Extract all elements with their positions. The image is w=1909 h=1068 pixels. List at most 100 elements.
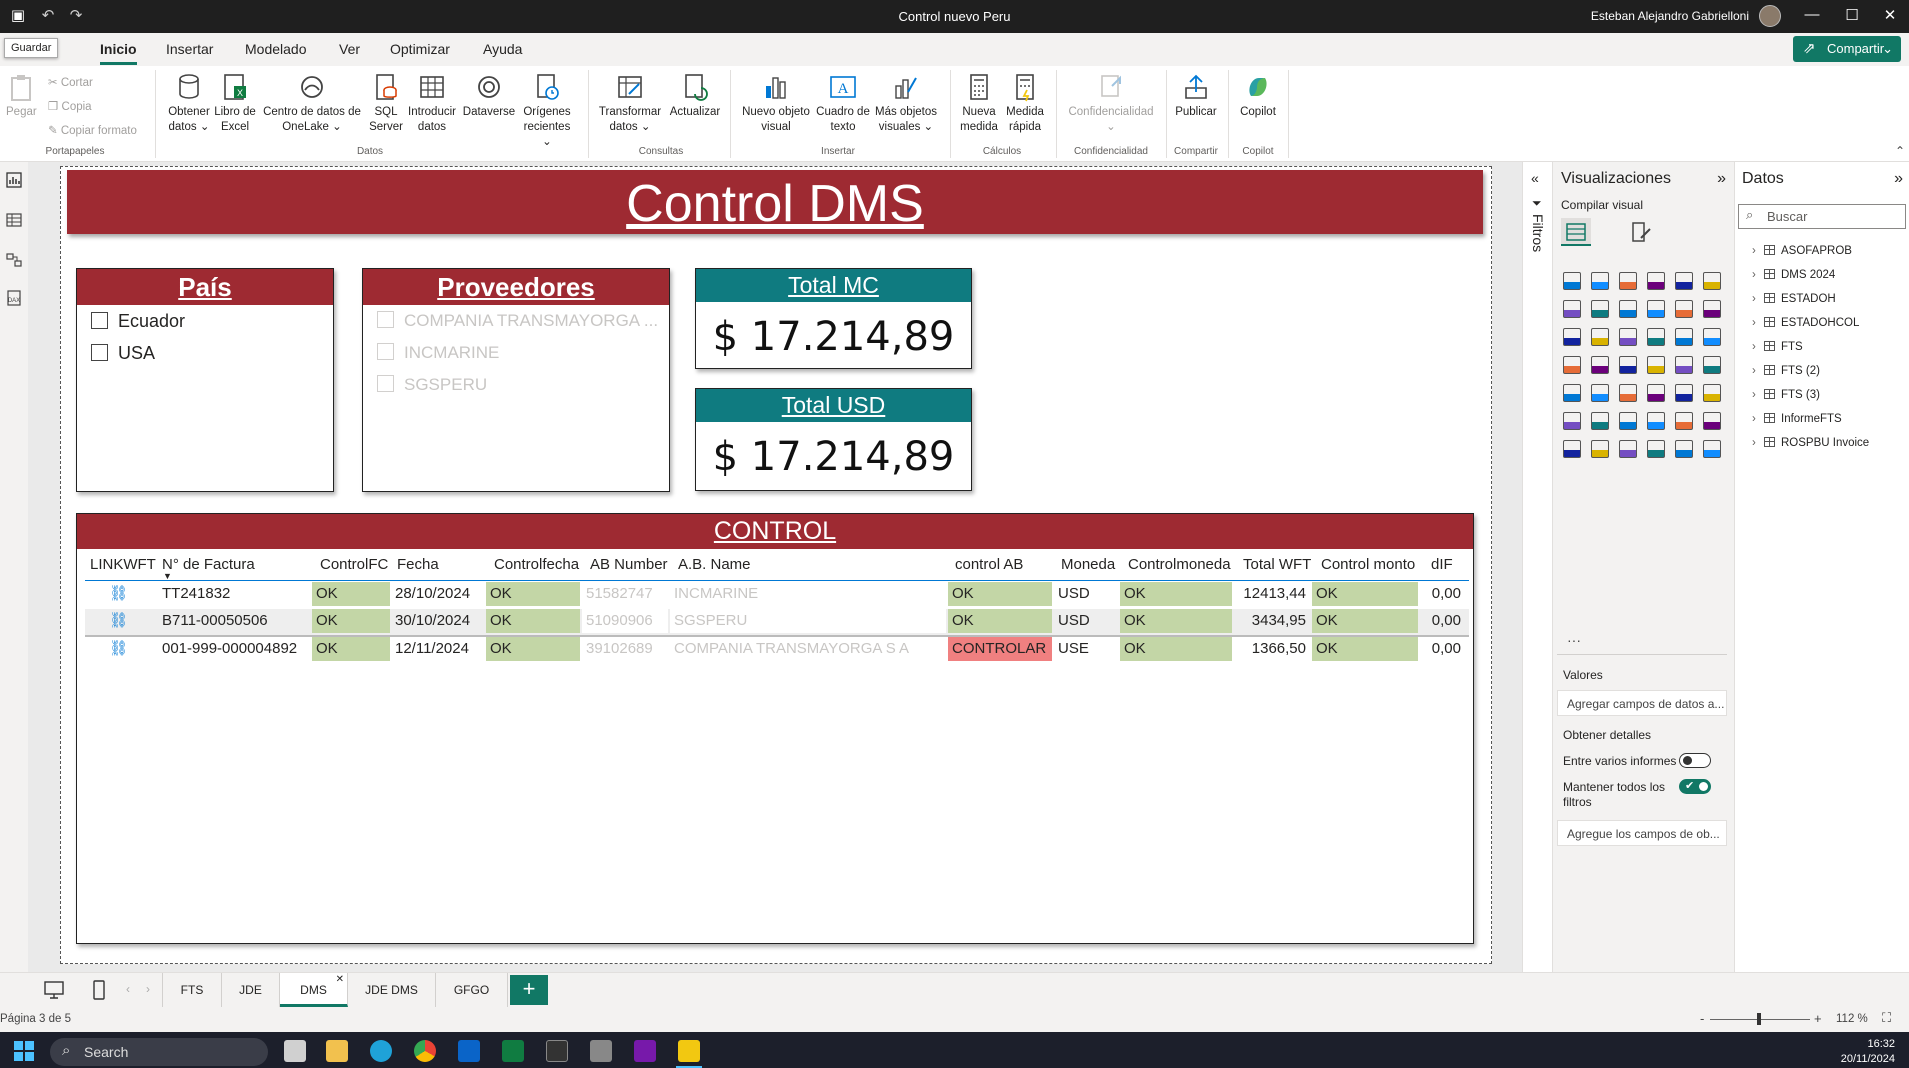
- column-header[interactable]: N° de Factura: [162, 556, 255, 573]
- dax-query-icon[interactable]: DAX: [6, 290, 22, 306]
- quick-measure-button[interactable]: Medida rápida: [1002, 72, 1048, 135]
- data-table-item[interactable]: › FTS (2): [1752, 365, 1820, 377]
- tab-insertar[interactable]: Insertar: [166, 41, 213, 57]
- link-icon[interactable]: ⛓: [105, 637, 135, 661]
- zoom-slider-thumb[interactable]: [1757, 1013, 1761, 1025]
- column-header[interactable]: Total WFT: [1243, 556, 1311, 573]
- edge-icon[interactable]: [370, 1040, 392, 1062]
- visual-type-icon[interactable]: [1563, 272, 1581, 290]
- data-table-item[interactable]: › FTS (3): [1752, 389, 1820, 401]
- visual-type-icon[interactable]: [1647, 356, 1665, 374]
- visual-type-icon[interactable]: [1703, 356, 1721, 374]
- page-tab-jde[interactable]: JDE: [222, 973, 280, 1007]
- page-tab-gfgo[interactable]: GFGO: [436, 973, 508, 1007]
- new-measure-button[interactable]: Nueva medida: [956, 72, 1002, 135]
- more-visuals-icon[interactable]: ···: [1567, 632, 1581, 648]
- data-table-item[interactable]: › ROSPBU Invoice: [1752, 437, 1869, 449]
- sensitivity-button[interactable]: Confidencialidad ⌄: [1062, 72, 1160, 135]
- visual-type-icon[interactable]: [1591, 272, 1609, 290]
- slicer-item-transmayorga[interactable]: COMPANIA TRANSMAYORGA ...: [377, 311, 658, 331]
- excel-button[interactable]: X Libro de Excel: [212, 72, 258, 135]
- visual-type-icon[interactable]: [1619, 412, 1637, 430]
- paste-button[interactable]: Pegar: [6, 72, 37, 120]
- tab-optimizar[interactable]: Optimizar: [390, 41, 450, 57]
- keep-filters-toggle[interactable]: ✔: [1679, 779, 1711, 794]
- visual-type-icon[interactable]: [1619, 300, 1637, 318]
- outlook-icon[interactable]: [458, 1040, 480, 1062]
- column-header[interactable]: AB Number: [590, 556, 668, 573]
- visual-type-icon[interactable]: [1703, 412, 1721, 430]
- visual-type-icon[interactable]: [1703, 384, 1721, 402]
- build-visual-tab[interactable]: [1561, 218, 1591, 246]
- table-view-icon[interactable]: [6, 212, 22, 228]
- excel-taskbar-icon[interactable]: [502, 1040, 524, 1062]
- sql-server-button[interactable]: SQL Server: [366, 72, 406, 135]
- taskbar-clock[interactable]: 16:32 20/11/2024: [1841, 1037, 1895, 1067]
- visual-type-icon[interactable]: [1619, 356, 1637, 374]
- visual-type-icon[interactable]: [1591, 384, 1609, 402]
- visual-type-icon[interactable]: [1675, 440, 1693, 458]
- visual-type-icon[interactable]: [1675, 356, 1693, 374]
- visual-type-icon[interactable]: [1619, 384, 1637, 402]
- task-view-icon[interactable]: [284, 1040, 306, 1062]
- chevron-right-icon[interactable]: ›: [1752, 245, 1762, 257]
- column-header[interactable]: Control monto: [1321, 556, 1415, 573]
- onenote-icon[interactable]: [634, 1040, 656, 1062]
- visual-type-icon[interactable]: [1591, 300, 1609, 318]
- share-button[interactable]: ⇗ Compartir ⌄: [1793, 36, 1901, 62]
- get-data-button[interactable]: Obtener datos ⌄: [164, 72, 214, 135]
- tab-ayuda[interactable]: Ayuda: [483, 41, 522, 57]
- close-tab-icon[interactable]: ✕: [336, 963, 344, 997]
- valores-drop-field[interactable]: Agregar campos de datos a...: [1557, 690, 1727, 716]
- column-header[interactable]: Controlmoneda: [1128, 556, 1231, 573]
- chevron-right-icon[interactable]: ›: [1752, 389, 1762, 401]
- column-header[interactable]: control AB: [955, 556, 1023, 573]
- visual-type-icon[interactable]: [1591, 328, 1609, 346]
- model-view-icon[interactable]: [6, 252, 22, 268]
- user-name[interactable]: Esteban Alejandro Gabrielloni: [1591, 9, 1749, 23]
- chevron-right-icon[interactable]: ›: [1752, 293, 1762, 305]
- drill-through-drop-field[interactable]: Agregue los campos de ob...: [1557, 820, 1727, 846]
- report-view-icon[interactable]: [6, 172, 22, 188]
- add-page-button[interactable]: +: [510, 975, 548, 1005]
- visual-type-icon[interactable]: [1591, 412, 1609, 430]
- windows-start-icon[interactable]: [14, 1041, 34, 1061]
- table-row[interactable]: ⛓ B711-00050506 OK 30/10/2024 OK 5109090…: [85, 609, 1469, 635]
- visual-type-icon[interactable]: [1647, 384, 1665, 402]
- visual-type-icon[interactable]: [1647, 328, 1665, 346]
- cross-report-toggle[interactable]: [1679, 753, 1711, 768]
- page-tab-jde-dms[interactable]: JDE DMS: [348, 973, 436, 1007]
- publish-button[interactable]: Publicar: [1172, 72, 1220, 120]
- chevron-right-icon[interactable]: ›: [1752, 437, 1762, 449]
- more-visuals-button[interactable]: Más objetos visuales ⌄: [872, 72, 940, 135]
- tool-icon[interactable]: [590, 1040, 612, 1062]
- slicer-item-incmarine[interactable]: INCMARINE: [377, 343, 499, 363]
- minimize-icon[interactable]: —: [1797, 6, 1827, 23]
- data-table-item[interactable]: › DMS 2024: [1752, 269, 1835, 281]
- chevron-right-icon[interactable]: ›: [1752, 365, 1762, 377]
- visual-type-icon[interactable]: [1703, 328, 1721, 346]
- page-tab-fts[interactable]: FTS: [162, 973, 222, 1007]
- visual-type-icon[interactable]: [1619, 328, 1637, 346]
- collapse-pane-icon[interactable]: »: [1894, 170, 1903, 188]
- visual-type-icon[interactable]: [1563, 440, 1581, 458]
- slicer-item-sgsperu[interactable]: SGSPERU: [377, 375, 487, 395]
- column-header[interactable]: Controlfecha: [494, 556, 579, 573]
- visual-type-icon[interactable]: [1675, 412, 1693, 430]
- visual-type-icon[interactable]: [1703, 272, 1721, 290]
- link-icon[interactable]: ⛓: [105, 582, 135, 606]
- chrome-icon[interactable]: [414, 1040, 436, 1062]
- column-header[interactable]: ControlFC: [320, 556, 388, 573]
- visual-type-icon[interactable]: [1675, 272, 1693, 290]
- column-header[interactable]: LINKWFT: [90, 556, 156, 573]
- prev-page-icon[interactable]: ‹: [126, 982, 130, 996]
- data-table-item[interactable]: › InformeFTS: [1752, 413, 1842, 425]
- chevron-right-icon[interactable]: ›: [1752, 317, 1762, 329]
- zoom-level[interactable]: 112 %: [1836, 1013, 1868, 1025]
- table-row[interactable]: ⛓ 001-999-000004892 OK 12/11/2024 OK 391…: [85, 637, 1469, 663]
- link-icon[interactable]: ⛓: [105, 609, 135, 633]
- data-table-item[interactable]: › ESTADOHCOL: [1752, 317, 1859, 329]
- filters-pane[interactable]: « ⏷ Filtros: [1522, 162, 1552, 972]
- cut-button[interactable]: ✂ Cortar: [48, 75, 93, 89]
- copilot-button[interactable]: Copilot: [1234, 72, 1282, 120]
